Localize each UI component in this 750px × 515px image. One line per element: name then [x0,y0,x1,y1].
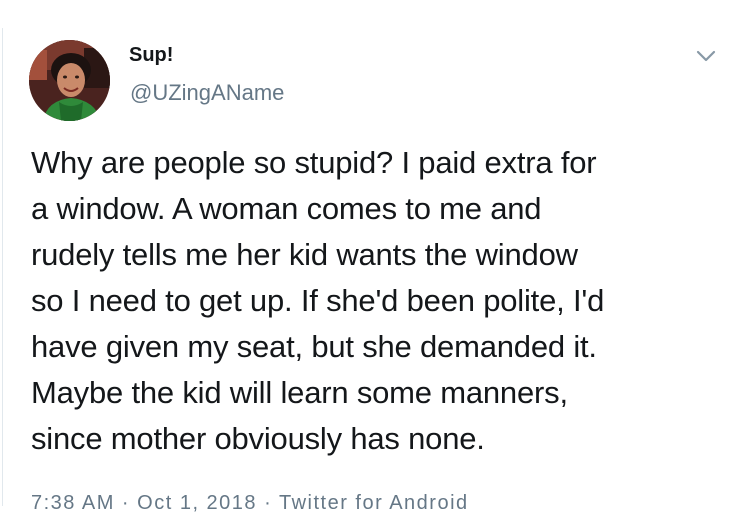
avatar[interactable] [29,40,110,121]
tweet-timestamp[interactable]: 7:38 AM · Oct 1, 2018 · Twitter for Andr… [31,492,469,515]
tweet-text-line: have given my seat, but she demanded it. [31,329,597,364]
tweet-text-line: rudely tells me her kid wants the window [31,237,578,272]
tweet-text: Why are people so stupid? I paid extra f… [31,140,731,462]
tweet-text-line: Why are people so stupid? I paid extra f… [31,145,597,180]
tweet-text-line: so I need to get up. If she'd been polit… [31,283,605,318]
chevron-down-icon[interactable] [694,46,718,66]
display-name[interactable]: Sup! [129,44,173,67]
tweet-text-line: since mother obviously has none. [31,421,485,456]
tweet-text-line: a window. A woman comes to me and [31,191,542,226]
tweet-text-line: Maybe the kid will learn some manners, [31,375,568,410]
tweet-card: Sup! @UZingAName Why are people so stupi… [0,0,750,514]
avatar-photo [29,40,110,121]
user-handle[interactable]: @UZingAName [130,80,284,106]
card-border [2,28,3,506]
